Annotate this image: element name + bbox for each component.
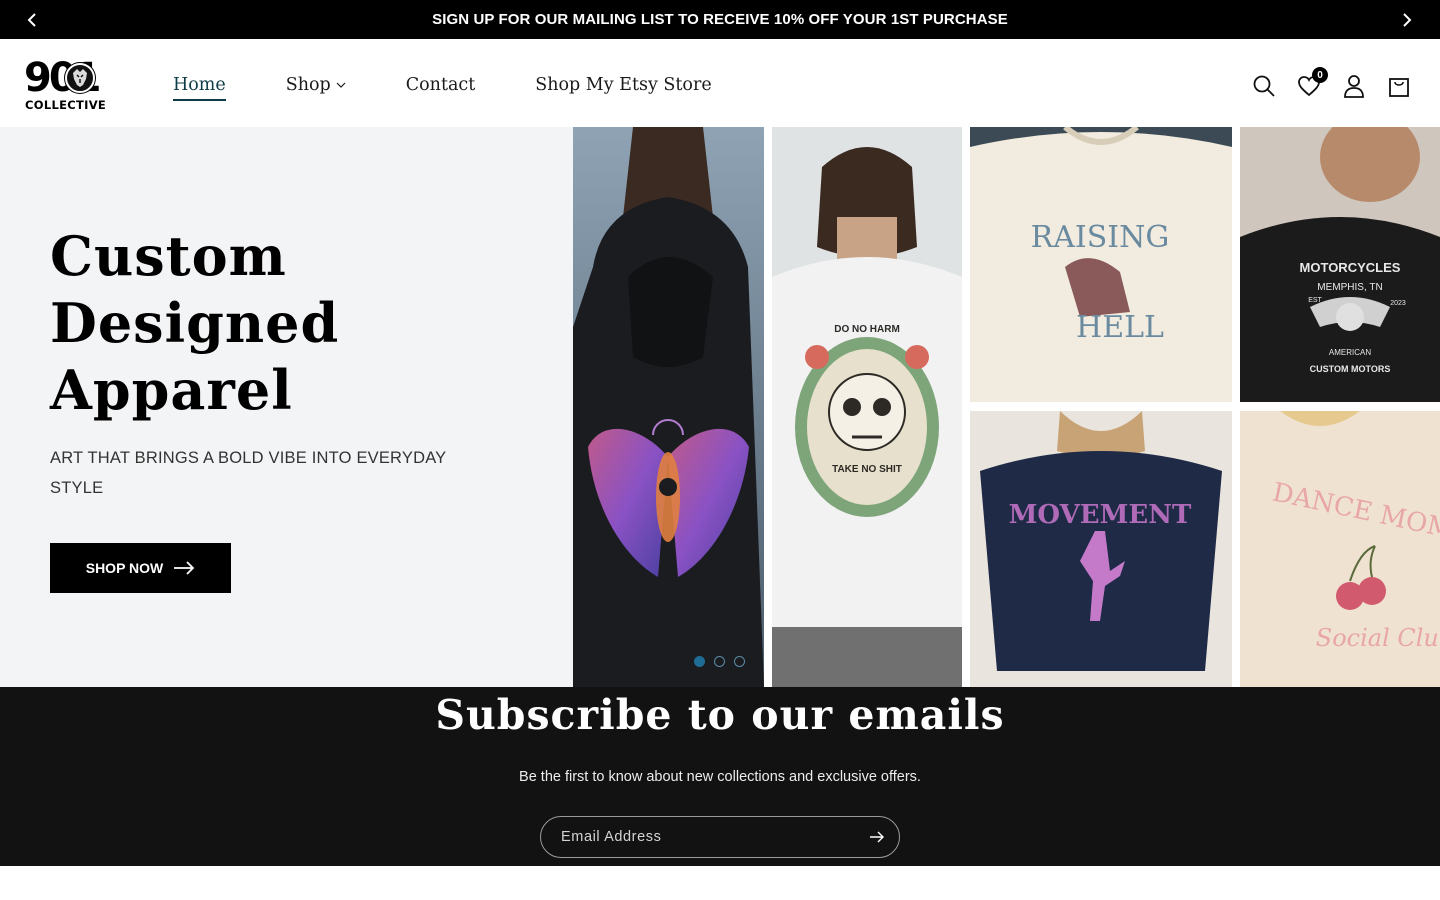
- hero-title: Custom Designed Apparel: [50, 223, 510, 424]
- logo[interactable]: 901 COLLECTIVE: [24, 56, 124, 112]
- submit-arrow-icon[interactable]: [855, 817, 899, 857]
- moto-tee-text-mid: MEMPHIS, TN: [1317, 282, 1382, 293]
- newsletter-text: Be the first to know about new collectio…: [519, 769, 921, 785]
- announcement-bar: SIGN UP FOR OUR MAILING LIST TO RECEIVE …: [0, 0, 1440, 39]
- newsletter-form: [540, 816, 900, 858]
- nav-item-etsy-store[interactable]: Shop My Etsy Store: [535, 74, 711, 96]
- nav-item-label: Home: [173, 75, 226, 95]
- hero-title-line: Designed: [50, 291, 340, 355]
- moto-tee-text-year: 2023: [1390, 300, 1406, 307]
- chevron-right-icon[interactable]: [1396, 9, 1418, 31]
- cart-icon[interactable]: [1386, 73, 1412, 99]
- movement-tee-text: MOVEMENT: [1009, 500, 1192, 530]
- logo-subtitle: COLLECTIVE: [25, 98, 107, 112]
- moto-tee-text-american: AMERICAN: [1329, 348, 1371, 357]
- shop-now-button[interactable]: SHOP NOW: [50, 543, 231, 593]
- hero-title-line: Custom: [50, 224, 287, 288]
- arrow-right-icon: [173, 561, 195, 575]
- nav-item-contact[interactable]: Contact: [406, 74, 476, 96]
- skull-tee-text-top: DO NO HARM: [834, 324, 900, 335]
- skull-tee-image: DO NO HARM TAKE NO SHIT: [772, 127, 962, 687]
- site-header: 901 COLLECTIVE Home Shop Contact Shop My…: [0, 39, 1440, 127]
- lion-logo-icon: [65, 63, 95, 93]
- hero-collage-image: DO NO HARM TAKE NO SHIT RAISING HELL MOT…: [573, 127, 1440, 687]
- motorcycles-tee-image: MOTORCYCLES MEMPHIS, TN EST 2023 AMERICA…: [1240, 127, 1440, 402]
- nav-item-shop[interactable]: Shop: [286, 74, 346, 96]
- hero-subtitle: ART THAT BRINGS A BOLD VIBE INTO EVERYDA…: [50, 449, 447, 497]
- wishlist-count-badge: 0: [1312, 67, 1328, 83]
- newsletter-section: Subscribe to our emails Be the first to …: [0, 687, 1440, 866]
- main-nav: Home Shop Contact Shop My Etsy Store: [173, 74, 772, 101]
- dance-tee-text-bottom: Social Club: [1316, 624, 1440, 652]
- email-field[interactable]: [541, 817, 855, 857]
- moto-tee-text-top: MOTORCYCLES: [1300, 260, 1401, 275]
- nav-item-label: Contact: [405, 75, 476, 95]
- raising-hell-tee-image: RAISING HELL: [970, 127, 1232, 402]
- chevron-down-icon: [336, 82, 346, 89]
- hero-banner: Custom Designed Apparel ART THAT BRINGS …: [0, 127, 1440, 687]
- moto-tee-text-bottom: CUSTOM MOTORS: [1310, 364, 1391, 374]
- announcement-text[interactable]: SIGN UP FOR OUR MAILING LIST TO RECEIVE …: [432, 11, 1008, 28]
- raising-tee-text-top: RAISING: [1031, 220, 1170, 255]
- slide-dot[interactable]: [734, 656, 745, 667]
- slide-dot[interactable]: [714, 656, 725, 667]
- slide-dot[interactable]: [694, 656, 705, 667]
- shop-now-label: SHOP NOW: [85, 560, 164, 576]
- dance-moms-sweatshirt-image: DANCE MOMS Social Club: [1240, 411, 1440, 687]
- search-icon[interactable]: [1251, 73, 1277, 99]
- header-icons: 0: [1232, 67, 1412, 99]
- chevron-left-icon[interactable]: [21, 9, 43, 31]
- user-icon[interactable]: [1341, 73, 1367, 99]
- slideshow-dots: [694, 656, 754, 667]
- hero-title-line: Apparel: [50, 358, 293, 422]
- movement-tee-image: MOVEMENT: [970, 411, 1232, 687]
- heart-icon[interactable]: 0: [1296, 67, 1328, 99]
- wings-hoodie-image: [573, 127, 764, 687]
- raising-tee-text-bottom: HELL: [1076, 310, 1164, 345]
- nav-item-home[interactable]: Home: [173, 74, 226, 101]
- moto-tee-text-est: EST: [1308, 297, 1322, 304]
- newsletter-title: Subscribe to our emails: [435, 691, 1005, 739]
- nav-item-label: Shop My Etsy Store: [535, 75, 712, 95]
- nav-item-label: Shop: [285, 75, 331, 95]
- skull-tee-text-bottom: TAKE NO SHIT: [832, 464, 902, 475]
